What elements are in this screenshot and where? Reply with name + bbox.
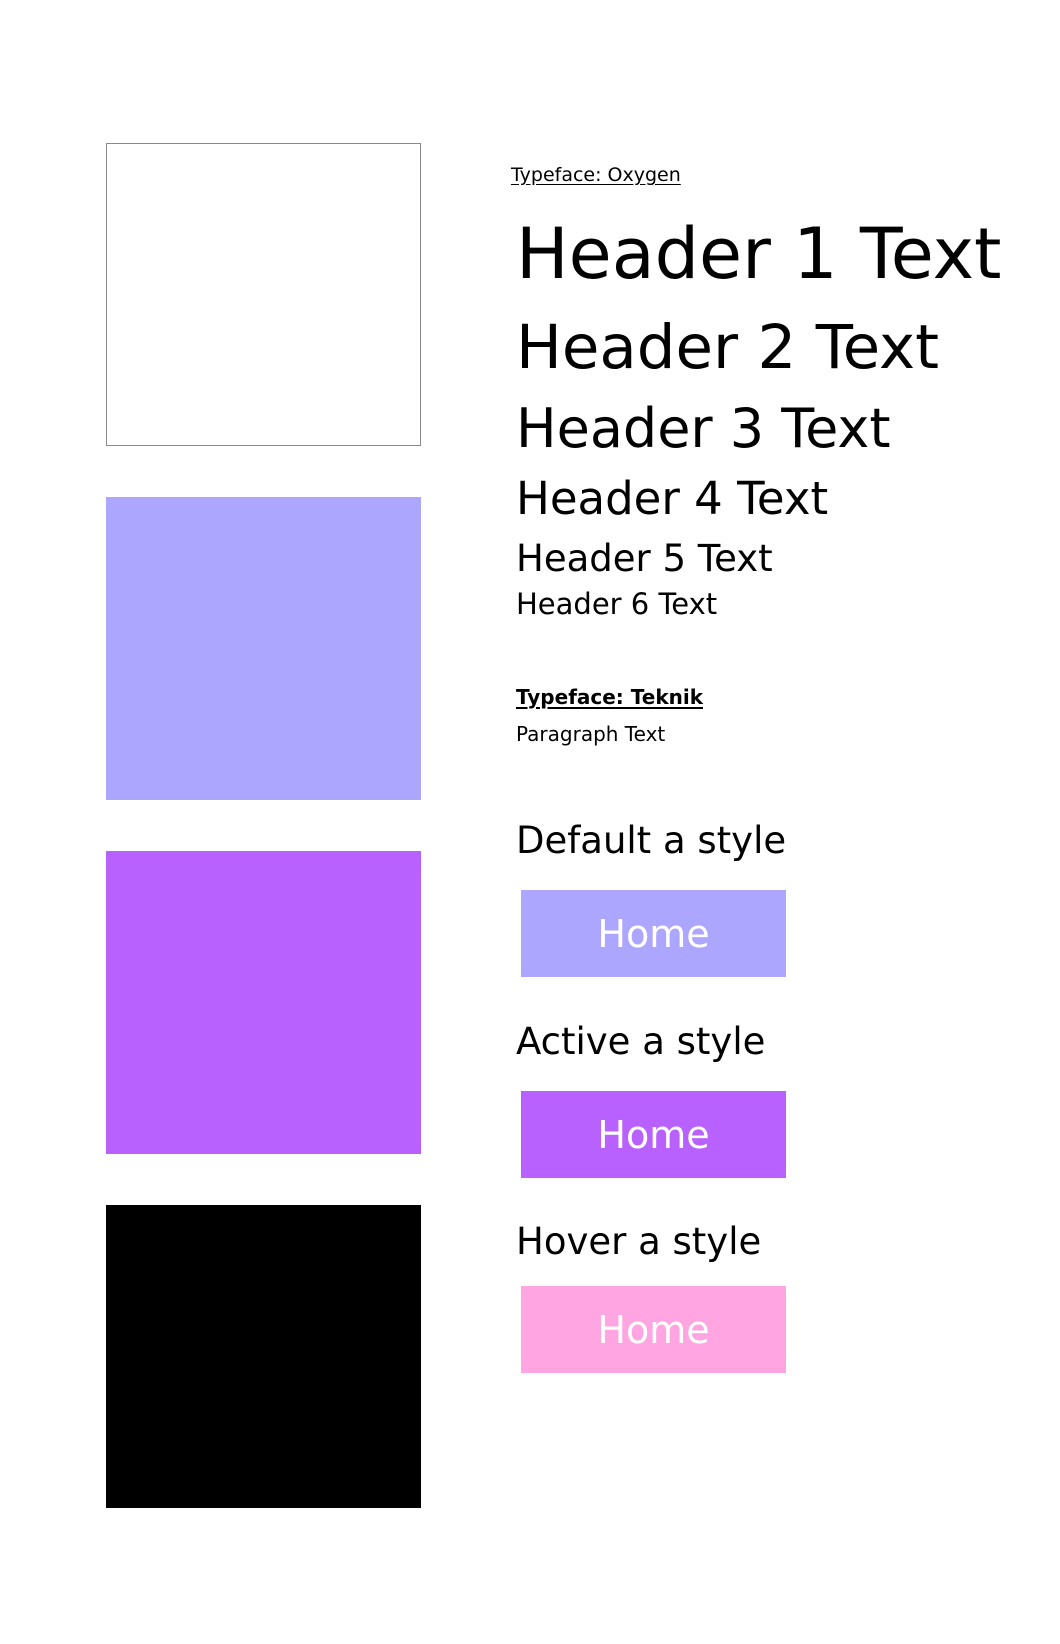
color-swatch-purple xyxy=(106,851,421,1154)
paragraph-sample: Paragraph Text xyxy=(516,722,666,746)
active-link-style-label: Active a style xyxy=(516,1020,766,1063)
header-3-sample: Header 3 Text xyxy=(516,397,891,460)
hover-link-style-label: Hover a style xyxy=(516,1220,762,1263)
home-link-active[interactable]: Home xyxy=(521,1091,786,1178)
header-1-sample: Header 1 Text xyxy=(516,213,1002,295)
header-5-sample: Header 5 Text xyxy=(516,537,773,580)
header-2-sample: Header 2 Text xyxy=(516,312,940,383)
default-link-style-label: Default a style xyxy=(516,819,787,862)
color-swatch-lavender xyxy=(106,497,421,800)
home-link-default[interactable]: Home xyxy=(521,890,786,977)
home-link-hover[interactable]: Home xyxy=(521,1286,786,1373)
typeface-teknik-label: Typeface: Teknik xyxy=(516,685,704,709)
typeface-oxygen-label: Typeface: Oxygen xyxy=(511,164,681,186)
header-4-sample: Header 4 Text xyxy=(516,472,829,525)
color-swatch-white xyxy=(106,143,421,446)
color-swatch-black xyxy=(106,1205,421,1508)
header-6-sample: Header 6 Text xyxy=(516,587,718,621)
